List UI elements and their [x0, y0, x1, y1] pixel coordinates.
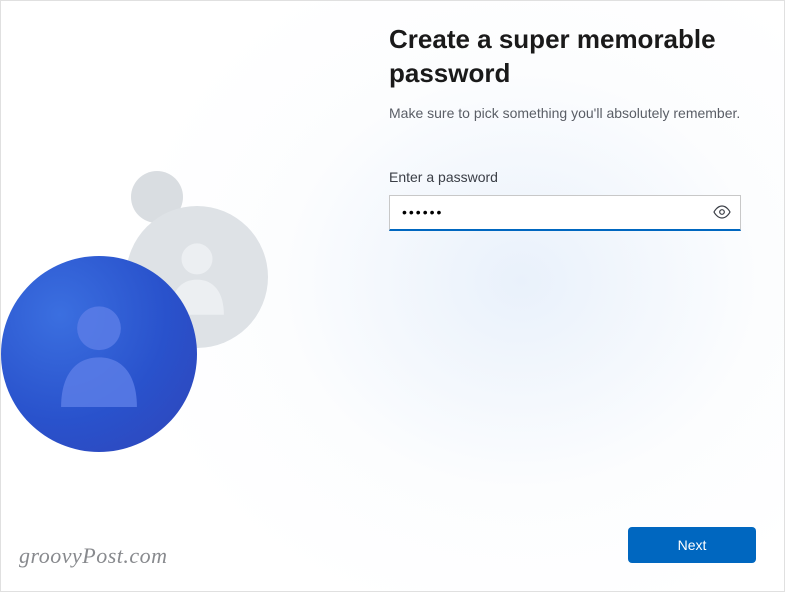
page-title: Create a super memorable password [389, 23, 749, 91]
main-content: Create a super memorable password Make s… [389, 23, 749, 231]
person-icon [55, 302, 143, 407]
user-illustration [1, 171, 291, 471]
password-input[interactable] [390, 196, 704, 229]
password-label: Enter a password [389, 169, 749, 185]
decorative-avatar-blue [1, 256, 197, 452]
page-subtitle: Make sure to pick something you'll absol… [389, 105, 749, 121]
password-input-wrapper [389, 195, 741, 231]
reveal-password-button[interactable] [704, 196, 740, 229]
eye-icon [713, 205, 731, 219]
next-button[interactable]: Next [628, 527, 756, 563]
watermark-text: groovyPost.com [19, 543, 168, 569]
